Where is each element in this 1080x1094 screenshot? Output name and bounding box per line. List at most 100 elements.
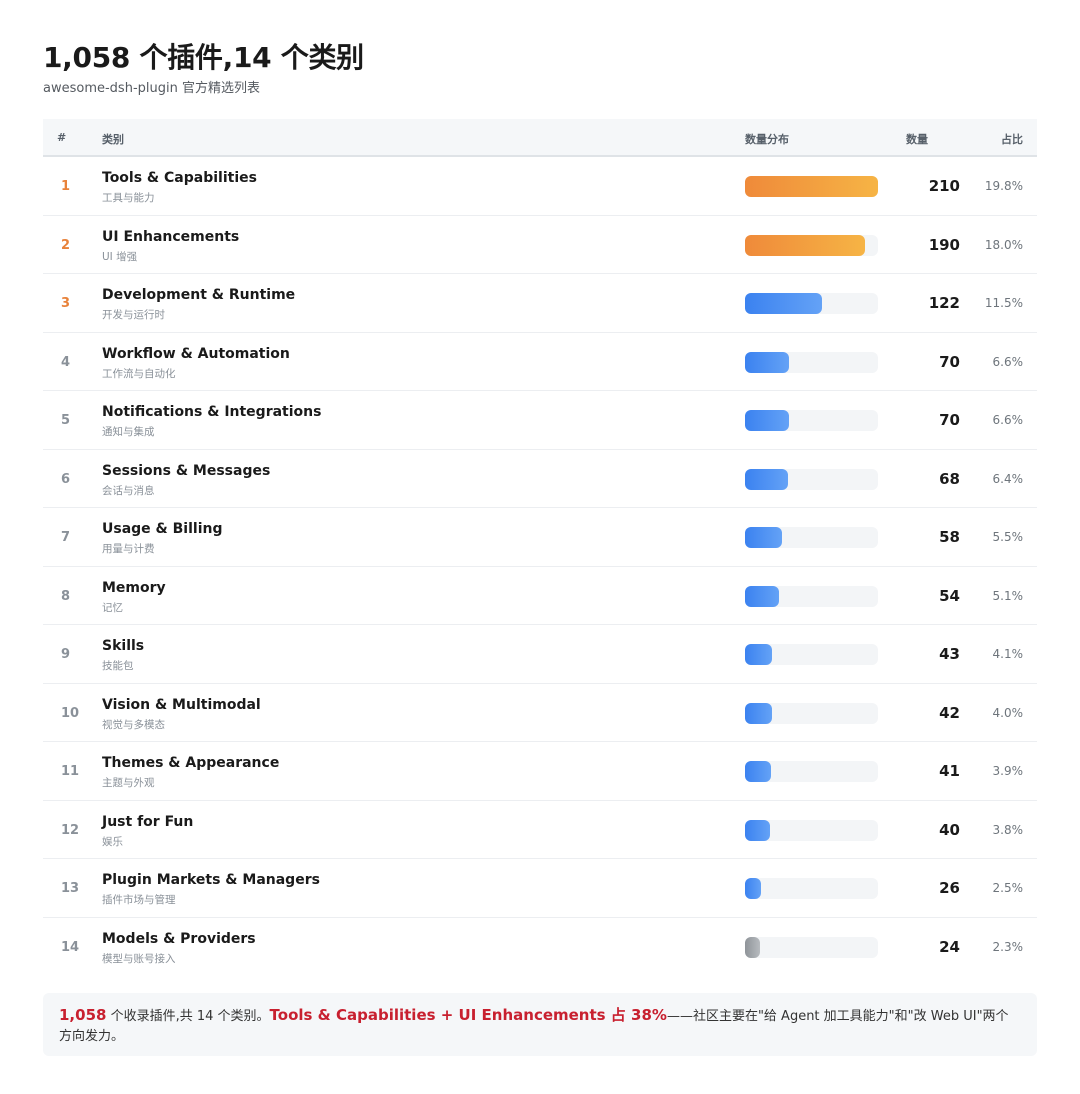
row-rank: 3 [61, 296, 71, 311]
row-share: 19.8% [984, 179, 1023, 193]
row-count: 70 [939, 411, 960, 429]
table-row: 2 UI Enhancements UI 增强 190 18.0% [43, 216, 1037, 274]
row-share: 4.1% [992, 647, 1024, 661]
category-subtitle: UI 增强 [102, 250, 138, 263]
row-count: 54 [939, 586, 960, 605]
row-rank: 11 [61, 764, 80, 779]
bar-track [745, 702, 878, 724]
bar [745, 702, 772, 724]
page-subtitle: awesome-dsh-plugin 官方精选列表 [43, 81, 260, 96]
category-name: Themes & Appearance [102, 755, 280, 771]
bar [745, 234, 866, 256]
row-rank: 13 [61, 881, 80, 896]
table-row: 13 Plugin Markets & Managers 插件市场与管理 26 2.5% [43, 859, 1037, 918]
category-subtitle: 娱乐 [102, 835, 123, 848]
row-count: 68 [939, 469, 960, 488]
row-count: 70 [939, 352, 960, 371]
row-rank: 12 [61, 822, 80, 838]
row-count: 26 [939, 879, 960, 897]
note-text-1: 个收录插件,共 14 个类别。 [106, 1009, 270, 1024]
column-header-distribution: 数量分布 [745, 133, 789, 146]
bar [745, 819, 771, 841]
table-row: 8 Memory 记忆 54 5.1% [43, 567, 1037, 625]
column-header-count: 数量 [906, 133, 928, 146]
category-subtitle: 会话与消息 [102, 484, 155, 497]
row-share: 5.5% [992, 530, 1024, 544]
bar-track [745, 234, 878, 256]
row-rank: 4 [61, 354, 71, 370]
category-subtitle: 开发与运行时 [102, 309, 165, 321]
row-count: 210 [928, 177, 960, 195]
row-rank: 14 [61, 939, 80, 955]
category-name: Models & Providers [102, 930, 256, 947]
bar-track [745, 527, 878, 548]
bar [745, 410, 790, 431]
row-count: 58 [939, 528, 960, 546]
category-name: Sessions & Messages [102, 462, 271, 479]
category-name: Notifications & Integrations [102, 404, 322, 420]
bar-track [745, 878, 878, 899]
bar-track [745, 176, 878, 197]
category-subtitle: 工具与能力 [102, 192, 155, 204]
row-count: 190 [928, 235, 960, 254]
category-name: Usage & Billing [102, 521, 223, 537]
category-name: Memory [102, 579, 166, 596]
bar [745, 644, 773, 665]
bar-track [745, 936, 878, 958]
table-row: 4 Workflow & Automation 工作流与自动化 70 6.6% [43, 333, 1037, 391]
bar-track [745, 468, 878, 490]
summary-note: 1,058 个收录插件,共 14 个类别。Tools & Capabilitie… [43, 993, 1037, 1056]
category-name: Tools & Capabilities [102, 170, 257, 186]
category-subtitle: 插件市场与管理 [102, 894, 176, 906]
table-row: 11 Themes & Appearance 主题与外观 41 3.9% [43, 742, 1037, 801]
category-subtitle: 视觉与多模态 [102, 718, 165, 731]
row-count: 122 [928, 294, 960, 312]
table-row: 3 Development & Runtime 开发与运行时 122 11.5% [43, 274, 1037, 333]
bar [745, 293, 823, 314]
note-highlight: Tools & Capabilities + UI Enhancements 占… [269, 1006, 667, 1024]
category-name: Workflow & Automation [102, 345, 290, 362]
category-name: UI Enhancements [102, 228, 240, 245]
bar [745, 936, 761, 958]
row-rank: 5 [61, 413, 71, 428]
category-name: Plugin Markets & Managers [102, 872, 320, 888]
row-share: 18.0% [984, 237, 1023, 252]
category-subtitle: 技能包 [102, 660, 134, 672]
bar-track [745, 761, 878, 782]
row-share: 6.4% [992, 471, 1024, 486]
category-name: Vision & Multimodal [102, 696, 261, 713]
row-rank: 6 [61, 471, 71, 487]
row-rank: 7 [61, 530, 71, 545]
bar-track [745, 293, 878, 314]
bar-track [745, 351, 878, 373]
row-share: 11.5% [984, 296, 1023, 310]
page-title: 1,058 个插件,14 个类别 [43, 41, 364, 74]
row-rank: 9 [61, 647, 71, 662]
column-header-category: 类别 [102, 133, 124, 146]
table-row: 5 Notifications & Integrations 通知与集成 70 6.6% [43, 391, 1037, 450]
table-row: 1 Tools & Capabilities 工具与能力 210 19.8% [43, 157, 1037, 216]
row-rank: 1 [61, 179, 71, 194]
category-name: Development & Runtime [102, 287, 296, 303]
row-share: 6.6% [992, 413, 1024, 427]
row-share: 4.0% [992, 705, 1024, 720]
table-row: 10 Vision & Multimodal 视觉与多模态 42 4.0% [43, 684, 1037, 742]
table-body: 1 Tools & Capabilities 工具与能力 210 19.8% 2 UI En… [43, 157, 1037, 976]
row-count: 42 [939, 703, 960, 722]
category-subtitle: 用量与计费 [102, 543, 155, 555]
category-name: Skills [102, 638, 145, 654]
bar [745, 761, 771, 782]
category-subtitle: 通知与集成 [102, 426, 155, 438]
table-header: # 类别 数量分布 数量 占比 [43, 119, 1037, 157]
bar-track [745, 585, 878, 607]
category-subtitle: 主题与外观 [102, 777, 155, 789]
bar-track [745, 819, 878, 841]
row-share: 6.6% [992, 354, 1024, 369]
category-subtitle: 模型与账号接入 [102, 952, 176, 965]
row-share: 3.8% [992, 822, 1024, 837]
bar-track [745, 410, 878, 431]
row-count: 40 [939, 820, 960, 839]
category-table: # 类别 数量分布 数量 占比 1 Tools & Capabilities 工具与… [43, 119, 1037, 976]
bar [745, 351, 790, 373]
category-subtitle: 记忆 [102, 601, 123, 614]
